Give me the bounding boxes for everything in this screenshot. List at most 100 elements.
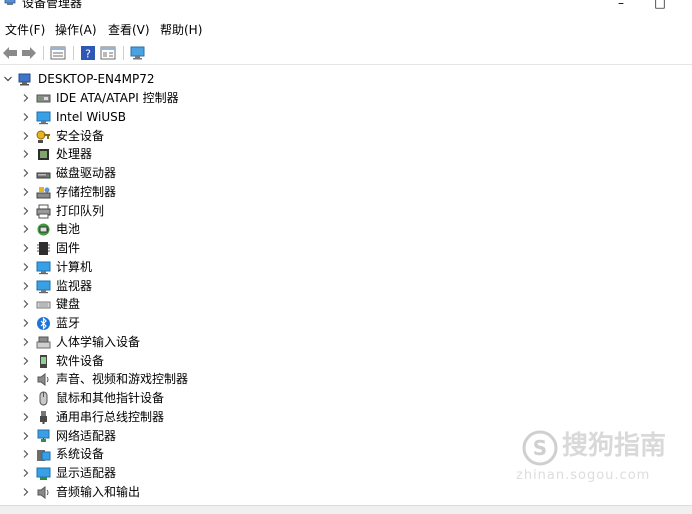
- tree-item[interactable]: 安全设备: [0, 127, 692, 146]
- chevron-right-icon[interactable]: [21, 243, 31, 253]
- chevron-right-icon[interactable]: [21, 168, 31, 178]
- chevron-right-icon[interactable]: [21, 468, 31, 478]
- tree-item-label: 系统设备: [56, 447, 105, 462]
- tree-item[interactable]: 蓝牙: [0, 314, 692, 333]
- tree-item-label: 音频输入和输出: [56, 484, 141, 499]
- chevron-right-icon[interactable]: [21, 187, 31, 197]
- forward-arrow-icon[interactable]: [21, 45, 37, 61]
- menu-help[interactable]: 帮助(H): [160, 23, 202, 37]
- chevron-right-icon[interactable]: [21, 206, 31, 216]
- processor-icon: [38, 149, 49, 161]
- tree-item[interactable]: 键盘: [0, 295, 692, 314]
- hid-icon: [36, 336, 51, 349]
- back-arrow-icon[interactable]: [2, 45, 18, 61]
- chevron-right-icon[interactable]: [21, 299, 31, 309]
- tree-item[interactable]: IDE ATA/ATAPI 控制器: [0, 89, 692, 108]
- chevron-right-icon[interactable]: [21, 318, 31, 328]
- chevron-right-icon[interactable]: [21, 112, 31, 122]
- tree-item[interactable]: 软件设备: [0, 352, 692, 371]
- usb-icon: [40, 410, 47, 424]
- chevron-right-icon[interactable]: [21, 149, 31, 159]
- mouse-icon: [39, 391, 48, 406]
- tree-item[interactable]: 电池: [0, 220, 692, 239]
- tree-item-label: 通用串行总线控制器: [56, 409, 165, 424]
- keyboard-icon: [36, 301, 51, 309]
- watermark-url: zhinan.sogou.com: [516, 468, 651, 483]
- toolbar-separator: [73, 46, 74, 60]
- device-manager-icon: [4, 0, 16, 5]
- tree-item[interactable]: 存储控制器: [0, 183, 692, 202]
- chevron-right-icon[interactable]: [21, 93, 31, 103]
- chevron-right-icon[interactable]: [21, 431, 31, 441]
- tree-item[interactable]: 处理器: [0, 145, 692, 164]
- monitor-scan-icon[interactable]: [130, 45, 146, 61]
- tree-root[interactable]: DESKTOP-EN4MP72: [0, 70, 692, 89]
- chevron-right-icon[interactable]: [21, 356, 31, 366]
- software-device-icon: [40, 354, 47, 368]
- tree-item[interactable]: Intel WiUSB: [0, 108, 692, 127]
- ide-controller-icon: [36, 94, 51, 103]
- menu-action[interactable]: 操作(A): [55, 23, 97, 37]
- chevron-right-icon[interactable]: [21, 374, 31, 384]
- toolbar-separator: [123, 46, 124, 60]
- computer-icon: [36, 261, 51, 274]
- tree-item-label: 计算机: [56, 259, 93, 274]
- minimize-button[interactable]: –: [611, 0, 631, 12]
- watermark-brand: 搜狗指南: [562, 431, 667, 461]
- storage-controller-icon: [36, 186, 51, 199]
- svg-text:?: ?: [85, 48, 91, 61]
- tree-item-label: 固件: [56, 241, 81, 255]
- chevron-right-icon[interactable]: [21, 262, 31, 272]
- view-icon[interactable]: [100, 45, 116, 61]
- chevron-right-icon[interactable]: [21, 131, 31, 141]
- menu-file[interactable]: 文件(F): [5, 23, 45, 37]
- chevron-right-icon[interactable]: [21, 224, 31, 234]
- tree-item[interactable]: 磁盘驱动器: [0, 164, 692, 183]
- tree-item[interactable]: 打印队列: [0, 202, 692, 221]
- tree-item-label: 键盘: [56, 297, 81, 312]
- tree-item-label: Intel WiUSB: [56, 109, 126, 124]
- tree-item[interactable]: 声音、视频和游戏控制器: [0, 370, 692, 389]
- bluetooth-icon: [37, 317, 50, 330]
- chevron-right-icon[interactable]: [21, 281, 31, 291]
- speaker-icon: [37, 373, 49, 387]
- chevron-right-icon[interactable]: [21, 337, 31, 347]
- tree-item[interactable]: 鼠标和其他指针设备: [0, 389, 692, 408]
- maximize-button[interactable]: □: [650, 0, 670, 12]
- battery-icon: [37, 223, 50, 236]
- firmware-icon: [37, 242, 50, 255]
- tree-item[interactable]: 计算机: [0, 258, 692, 277]
- tree-item-label: IDE ATA/ATAPI 控制器: [56, 91, 179, 105]
- tree-item[interactable]: 人体学输入设备: [0, 333, 692, 352]
- window-title: 设备管理器: [22, 0, 83, 10]
- chevron-down-icon[interactable]: [3, 74, 13, 84]
- computer-tree-icon: [18, 73, 31, 86]
- chevron-right-icon[interactable]: [21, 393, 31, 403]
- security-key-icon: [36, 130, 50, 143]
- svg-text:S: S: [533, 436, 547, 460]
- toolbar: ?: [0, 42, 692, 65]
- speaker-icon: [37, 485, 49, 499]
- properties-icon[interactable]: [50, 45, 66, 61]
- toolbar-separator: [43, 46, 44, 60]
- tree-item[interactable]: 监视器: [0, 277, 692, 296]
- network-adapter-icon: [37, 429, 50, 442]
- tree-item-label: 监视器: [56, 278, 93, 293]
- tree-item-label: 人体学输入设备: [56, 334, 141, 349]
- chevron-right-icon[interactable]: [21, 487, 31, 497]
- tree-item[interactable]: 通用串行总线控制器: [0, 408, 692, 427]
- menu-view[interactable]: 查看(V): [108, 23, 150, 37]
- tree-item[interactable]: 固件: [0, 239, 692, 258]
- tree-root-label: DESKTOP-EN4MP72: [38, 72, 155, 86]
- display-adapter-icon: [36, 467, 51, 480]
- watermark: S 搜狗指南 zhinan.sogou.com: [510, 426, 690, 496]
- monitor-icon: [36, 280, 51, 293]
- tree-item-label: 声音、视频和游戏控制器: [56, 372, 189, 387]
- chevron-right-icon[interactable]: [21, 449, 31, 459]
- system-device-icon: [37, 450, 51, 462]
- chevron-right-icon[interactable]: [21, 412, 31, 422]
- tree-item-label: 打印队列: [56, 203, 105, 218]
- help-icon[interactable]: ?: [80, 45, 96, 61]
- tree-item-label: 鼠标和其他指针设备: [56, 391, 165, 405]
- tree-item-label: 软件设备: [56, 353, 105, 368]
